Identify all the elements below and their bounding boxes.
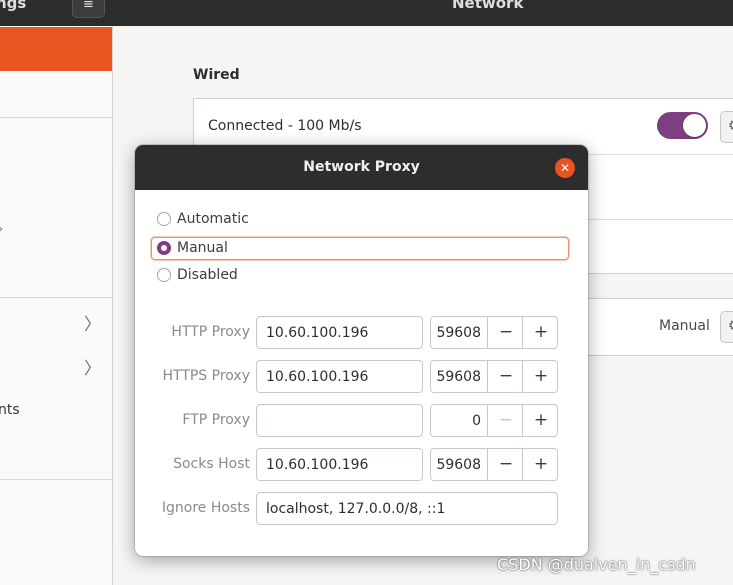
increment-button[interactable]: + (522, 317, 559, 348)
https-proxy-label: HTTPS Proxy (162, 368, 250, 384)
main-menu-button[interactable]: ≡ (72, 0, 105, 18)
hamburger-icon: ≡ (83, 0, 94, 12)
proxy-settings-button[interactable]: ⚙ (720, 311, 733, 343)
radio-indicator (157, 212, 171, 226)
radio-indicator (157, 241, 171, 255)
input-value: 10.60.100.196 (266, 369, 369, 385)
wired-heading: Wired (193, 67, 240, 83)
ftp-proxy-label: FTP Proxy (182, 412, 250, 428)
sidebar-divider (0, 117, 112, 118)
network-proxy-dialog: Network Proxy ✕ Automatic Manual Disable… (135, 145, 588, 556)
decrement-button[interactable]: − (487, 361, 524, 392)
port-value[interactable]: 0 (431, 413, 481, 429)
close-button[interactable]: ✕ (555, 158, 575, 178)
settings-sidebar: › 〉 〉 nts (0, 26, 113, 585)
sidebar-item-network[interactable] (0, 27, 112, 71)
https-proxy-host-input[interactable]: 10.60.100.196 (256, 360, 423, 393)
chevron-right-icon: 〉 (84, 359, 101, 379)
dialog-titlebar: Network Proxy ✕ (135, 145, 588, 190)
radio-label: Manual (177, 240, 228, 256)
ignore-hosts-label: Ignore Hosts (161, 500, 250, 516)
close-icon: ✕ (559, 161, 571, 175)
increment-button[interactable]: + (522, 405, 559, 436)
sidebar-item-label[interactable]: nts (0, 402, 20, 418)
http-proxy-label: HTTP Proxy (171, 324, 250, 340)
increment-button[interactable]: + (522, 449, 559, 480)
dialog-title: Network Proxy (303, 159, 420, 175)
radio-label: Automatic (177, 211, 249, 227)
radio-manual[interactable]: Manual (151, 237, 569, 260)
https-proxy-port-stepper[interactable]: 59608 − + (430, 360, 558, 393)
wired-toggle-switch[interactable] (657, 112, 708, 139)
ignore-hosts-input[interactable]: localhost, 127.0.0.0/8, ::1 (256, 492, 558, 525)
header-bar: ngs ≡ Network (0, 0, 733, 26)
window-title: Network (452, 0, 524, 12)
sidebar-divider (0, 479, 112, 480)
wired-settings-button[interactable]: ⚙ (720, 111, 733, 143)
http-proxy-port-stepper[interactable]: 59608 − + (430, 316, 558, 349)
input-value: 10.60.100.196 (266, 325, 369, 341)
port-value[interactable]: 59608 (431, 457, 481, 473)
wired-connection-status: Connected - 100 Mb/s (208, 118, 362, 134)
port-value[interactable]: 59608 (431, 369, 481, 385)
radio-indicator (157, 268, 171, 282)
socks-host-input[interactable]: 10.60.100.196 (256, 448, 423, 481)
decrement-button: − (487, 405, 524, 436)
decrement-button[interactable]: − (487, 317, 524, 348)
port-value[interactable]: 59608 (431, 325, 481, 341)
toggle-knob (683, 114, 706, 137)
ftp-proxy-host-input[interactable] (256, 404, 423, 437)
chevron-right-icon: 〉 (84, 315, 101, 335)
sidebar-item-marker: › (0, 224, 3, 235)
watermark: CSDN @dualven_in_csdn (497, 555, 696, 574)
http-proxy-host-input[interactable]: 10.60.100.196 (256, 316, 423, 349)
sidebar-item-submenu-2[interactable]: 〉 (0, 342, 112, 386)
gear-icon: ⚙ (728, 318, 733, 334)
increment-button[interactable]: + (522, 361, 559, 392)
app-title: ngs (0, 0, 27, 12)
gear-icon: ⚙ (728, 118, 733, 134)
socks-port-stepper[interactable]: 59608 − + (430, 448, 558, 481)
ftp-proxy-port-stepper[interactable]: 0 − + (430, 404, 558, 437)
decrement-button[interactable]: − (487, 449, 524, 480)
socks-host-label: Socks Host (173, 456, 250, 472)
input-value: localhost, 127.0.0.0/8, ::1 (266, 501, 446, 517)
input-value: 10.60.100.196 (266, 457, 369, 473)
sidebar-item-submenu-1[interactable]: 〉 (0, 298, 112, 342)
proxy-mode-value: Manual (659, 318, 710, 334)
radio-label: Disabled (177, 267, 238, 283)
